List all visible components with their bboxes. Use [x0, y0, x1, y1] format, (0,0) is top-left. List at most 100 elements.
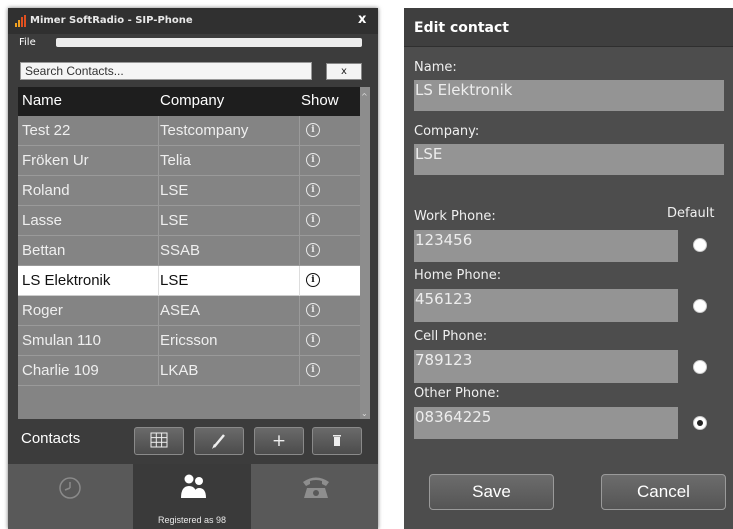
column-divider	[299, 146, 300, 176]
menu-bar-field	[56, 38, 362, 47]
table-header: Name Company Show	[18, 87, 360, 116]
table-row[interactable]: Fröken Ur Telia i	[18, 146, 360, 176]
table-row[interactable]: Bettan SSAB i	[18, 236, 360, 266]
other-phone-default-radio[interactable]	[693, 416, 707, 430]
info-icon[interactable]: i	[306, 183, 320, 197]
scrollbar[interactable]	[360, 87, 370, 427]
info-icon[interactable]: i	[306, 123, 320, 137]
grid-icon	[150, 432, 168, 448]
contact-name-cell: Lasse	[22, 212, 63, 229]
column-divider	[158, 356, 159, 386]
contact-company-cell: LSE	[160, 212, 189, 229]
info-icon[interactable]: i	[306, 153, 320, 167]
name-field[interactable]: LS Elektronik	[414, 80, 724, 111]
scroll-up-icon[interactable]: ^	[361, 92, 368, 101]
work-phone-field[interactable]: 123456	[414, 230, 678, 262]
contact-company-cell: SSAB	[160, 242, 201, 259]
other-phone-label: Other Phone:	[414, 386, 500, 401]
table-row[interactable]: Roland LSE i	[18, 176, 360, 206]
tab-contacts[interactable]: Registered as 98	[133, 464, 251, 529]
contacts-toolbar: Contacts +	[8, 419, 378, 467]
cell-phone-label: Cell Phone:	[414, 329, 488, 344]
contact-name-cell: Fröken Ur	[22, 152, 89, 169]
menu-bar: File	[8, 34, 378, 52]
contact-name-cell: Roland	[22, 182, 70, 199]
tab-history[interactable]	[8, 464, 133, 529]
scroll-down-icon[interactable]: ⌄	[361, 409, 368, 418]
table-row[interactable]: Test 22 Testcompany i	[18, 116, 360, 146]
column-divider	[158, 176, 159, 206]
column-divider	[299, 296, 300, 326]
toolbar-label: Contacts	[21, 430, 81, 447]
clock-icon	[59, 477, 81, 499]
menu-file[interactable]: File	[19, 37, 36, 48]
contact-name-cell: Roger	[22, 302, 63, 319]
cancel-button[interactable]: Cancel	[601, 474, 726, 510]
title-bar: Mimer SoftRadio - SIP-Phone x	[8, 8, 378, 34]
contact-company-cell: ASEA	[160, 302, 201, 319]
home-phone-label: Home Phone:	[414, 268, 502, 283]
column-divider	[299, 116, 300, 146]
table-row[interactable]: Lasse LSE i	[18, 206, 360, 236]
column-divider	[299, 206, 300, 236]
window-title: Mimer SoftRadio - SIP-Phone	[30, 15, 193, 26]
work-phone-default-radio[interactable]	[693, 238, 707, 252]
info-icon[interactable]: i	[306, 363, 320, 377]
add-contact-button[interactable]: +	[254, 427, 304, 455]
contact-company-cell: Telia	[160, 152, 191, 169]
column-divider	[299, 356, 300, 386]
contact-name-cell: Charlie 109	[22, 362, 99, 379]
info-icon[interactable]: i	[306, 303, 320, 317]
contacts-table: Name Company Show Test 22 Testcompany i Frö…	[18, 87, 370, 427]
home-phone-field[interactable]: 456123	[414, 289, 678, 322]
column-header-show[interactable]: Show	[301, 92, 339, 109]
home-phone-default-radio[interactable]	[693, 299, 707, 313]
default-label: Default	[667, 206, 715, 221]
table-row[interactable]: Charlie 109 LKAB i	[18, 356, 360, 386]
table-row[interactable]: Roger ASEA i	[18, 296, 360, 326]
clear-search-button[interactable]: x	[326, 63, 362, 80]
table-row[interactable]: Smulan 110 Ericsson i	[18, 326, 360, 356]
edit-contact-button[interactable]	[194, 427, 244, 455]
column-divider	[299, 176, 300, 206]
edit-contact-panel: Edit contact Name: LS Elektronik Company…	[404, 8, 733, 529]
column-divider	[158, 146, 159, 176]
contact-name-cell: LS Elektronik	[22, 272, 111, 289]
info-icon[interactable]: i	[306, 333, 320, 347]
grid-view-button[interactable]	[134, 427, 184, 455]
info-icon[interactable]: i	[306, 243, 320, 257]
tab-dialpad[interactable]	[251, 464, 378, 529]
contact-company-cell: Testcompany	[160, 122, 249, 139]
other-phone-field[interactable]: 08364225	[414, 407, 678, 439]
save-button[interactable]: Save	[429, 474, 554, 510]
column-divider	[299, 236, 300, 266]
column-divider	[158, 326, 159, 356]
trash-icon	[333, 435, 341, 446]
contact-name-cell: Test 22	[22, 122, 71, 139]
column-header-company[interactable]: Company	[160, 92, 224, 109]
cell-phone-field[interactable]: 789123	[414, 350, 678, 383]
telephone-icon	[303, 477, 329, 498]
registration-status: Registered as 98	[157, 515, 227, 525]
column-divider	[158, 266, 159, 296]
company-label: Company:	[414, 124, 480, 139]
edit-contact-form	[404, 47, 733, 529]
delete-contact-button[interactable]	[312, 427, 362, 455]
search-input[interactable]	[20, 62, 312, 80]
column-divider	[158, 116, 159, 146]
cell-phone-default-radio[interactable]	[693, 360, 707, 374]
info-icon[interactable]: i	[306, 273, 320, 287]
contact-company-cell: LKAB	[160, 362, 199, 379]
column-divider	[158, 236, 159, 266]
info-icon[interactable]: i	[306, 213, 320, 227]
work-phone-label: Work Phone:	[414, 209, 496, 224]
signal-bars-icon	[15, 15, 26, 27]
company-field[interactable]: LSE	[414, 144, 724, 175]
column-header-name[interactable]: Name	[22, 92, 62, 109]
contact-company-cell: LSE	[160, 272, 189, 289]
bottom-tab-bar: Registered as 98	[8, 464, 378, 529]
table-row[interactable]: LS Elektronik LSE i	[18, 266, 360, 296]
name-label: Name:	[414, 60, 457, 75]
people-icon	[181, 474, 206, 498]
close-button[interactable]: x	[358, 12, 366, 27]
